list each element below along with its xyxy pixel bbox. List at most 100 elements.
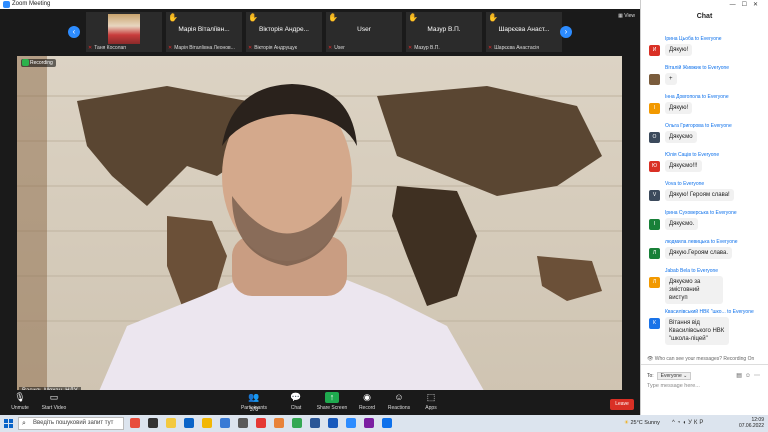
file-explorer-icon[interactable] (202, 418, 212, 428)
participant-tile[interactable]: ✕ Таня Косолап (86, 12, 162, 52)
muted-mic-icon: ✕ (328, 45, 333, 51)
emoji-icon[interactable]: ☺ (745, 373, 754, 379)
message-sender: Інна Довгопола to Everyone (665, 94, 729, 100)
participant-tile[interactable]: ✋ User ✕ User (326, 12, 402, 52)
video-off-icon: ▭ (49, 392, 59, 402)
chat-button[interactable]: 💬 Chat (276, 392, 316, 411)
participant-sub-label: ✕ Вікторія Андрущук (248, 45, 297, 51)
microphone-muted-icon: 🎙 (14, 392, 26, 402)
participant-strip: ‹ ✕ Таня Косолап ✋ Марія Віталіївн... ✕ Ма… (0, 9, 640, 55)
share-screen-icon: ↑ (325, 392, 339, 403)
file-icon[interactable]: ▤ (736, 373, 745, 379)
muted-mic-icon: ✕ (88, 45, 93, 51)
share-screen-button[interactable]: ↑ Share Screen (312, 392, 352, 411)
message-sender: Vova to Everyone (665, 181, 705, 187)
zoom-logo-icon (3, 1, 10, 8)
message-sender: Юлія Саців to Everyone (665, 152, 720, 158)
message-sender: людмила левицька to Everyone (665, 239, 738, 245)
message-text: Дякуємо (665, 131, 697, 143)
message-sender: Ольга Григорова to Everyone (665, 123, 732, 129)
taskbar-app-icon[interactable] (166, 418, 176, 428)
avatar: Л (649, 248, 660, 259)
message-sender: Jabab Bela to Everyone (665, 268, 719, 274)
chat-window-controls[interactable]: —☐✕ (730, 1, 764, 8)
taskbar-app-icon[interactable] (364, 418, 374, 428)
participant-tile[interactable]: ✋ Мазур В.П. ✕ Мазур В.П. (406, 12, 482, 52)
message-sender: Віталій Живжик to Everyone (665, 65, 730, 71)
taskbar-search-box[interactable]: ⌕ Введіть пошуковий запит тут (18, 417, 124, 430)
recipient-selector[interactable]: To: Everyone ⌄ (647, 372, 692, 380)
encryption-shield-icon (22, 59, 29, 66)
chat-header: Chat (696, 13, 713, 20)
windows-taskbar: ⌕ Введіть пошуковий запит тут ☀ 25°C Sun… (0, 415, 768, 432)
participant-name: Мазур В.П. (427, 26, 461, 33)
mail-icon[interactable] (220, 418, 230, 428)
raised-hand-icon: ✋ (408, 13, 418, 22)
apps-button[interactable]: ⬚ Apps (411, 392, 451, 411)
prev-page-button[interactable]: ‹ (68, 26, 80, 38)
participant-photo (108, 14, 140, 44)
message-text: Дякую! (665, 44, 693, 56)
participant-name: User (357, 26, 371, 33)
speaker-video: Recording Василь Мохан, НДУ (17, 56, 622, 396)
word-document-icon[interactable] (328, 418, 338, 428)
message-text: Дякуємо. (665, 218, 699, 230)
chrome-icon[interactable] (292, 418, 302, 428)
participant-name: Марія Віталіївн... (178, 26, 230, 33)
next-page-button[interactable]: › (560, 26, 572, 38)
message-text: + (665, 73, 677, 85)
task-view-icon[interactable] (148, 418, 158, 428)
message-sender: Квасилівський НВК "шко... to Everyone (665, 309, 754, 315)
muted-mic-icon: ✕ (488, 45, 493, 51)
participant-name: Шарєєва Анаст... (498, 26, 550, 33)
window-title: Zoom Meeting (12, 1, 51, 7)
message-sender: Ірина Суховерська to Everyone (665, 210, 737, 216)
chat-tools: ▤☺⋯ (736, 372, 763, 379)
who-can-see-notice[interactable]: 👁 Who can see your messages? Recording O… (647, 356, 754, 362)
taskbar-app-icon[interactable] (382, 418, 392, 428)
edge-browser-icon[interactable] (184, 418, 194, 428)
meeting-area: ‹ ✕ Таня Косолап ✋ Марія Віталіївн... ✕ Ма… (0, 9, 640, 415)
system-tray-icons[interactable]: ^◔◖УКР (672, 420, 705, 426)
participants-button[interactable]: 👥373 Participants (234, 392, 274, 413)
participant-sub-label: ✕ Шарєєва Анастасія (488, 45, 539, 51)
participant-tile[interactable]: ✋ Шарєєва Анаст... ✕ Шарєєва Анастасія (486, 12, 562, 52)
raised-hand-icon: ✋ (168, 13, 178, 22)
message-text: Дякуємо!!! (665, 160, 702, 172)
avatar: Л (649, 277, 660, 288)
avatar (649, 74, 660, 85)
view-button[interactable]: ▦ View (618, 13, 635, 19)
message-text: Вітання від Квасилівського НВК "школа-лі… (665, 317, 729, 345)
chat-message-list[interactable]: Ірина Цьоба to Everyone И Дякую! Віталій… (641, 24, 768, 354)
start-button[interactable] (4, 419, 13, 428)
record-icon: ◉ (363, 392, 371, 402)
taskbar-app-icon[interactable] (130, 418, 140, 428)
avatar: І (649, 219, 660, 230)
firefox-icon[interactable] (274, 418, 284, 428)
apps-icon: ⬚ (426, 392, 436, 402)
more-icon[interactable]: ⋯ (754, 373, 763, 379)
leave-button[interactable]: Leave (610, 399, 634, 410)
search-icon: ⌕ (22, 420, 26, 427)
participant-tile[interactable]: ✋ Марія Віталіївн... ✕ Марія Віталіївна Л… (166, 12, 242, 52)
opera-browser-icon[interactable] (256, 418, 266, 428)
participant-tile[interactable]: ✋ Вікторія Андре... ✕ Вікторія Андрущук (246, 12, 322, 52)
avatar: І (649, 103, 660, 114)
zoom-app-icon[interactable] (346, 418, 356, 428)
reactions-icon: ☺ (394, 392, 404, 402)
clock[interactable]: 12:09 07.06.2022 (739, 417, 764, 429)
weather-widget[interactable]: ☀ 25°C Sunny (624, 420, 660, 426)
store-icon[interactable] (238, 418, 248, 428)
chat-panel: —☐✕ Chat Ірина Цьоба to Everyone И Дякую… (640, 0, 768, 415)
clock-date: 07.06.2022 (738, 423, 764, 429)
message-text: Дякую.Героям слава. (665, 247, 733, 259)
raised-hand-icon: ✋ (248, 13, 258, 22)
word-icon[interactable] (310, 418, 320, 428)
avatar: V (649, 190, 660, 201)
participant-sub-label: ✕ Марія Віталіївна Леонов... (168, 45, 235, 51)
start-video-button[interactable]: ▭ Start Video (34, 392, 74, 411)
language-indicator[interactable]: УКР (688, 420, 705, 426)
recipient-dropdown[interactable]: Everyone ⌄ (656, 372, 692, 380)
chat-icon: 💬 (290, 392, 302, 402)
chat-message-input[interactable]: Type message here... (647, 383, 700, 389)
